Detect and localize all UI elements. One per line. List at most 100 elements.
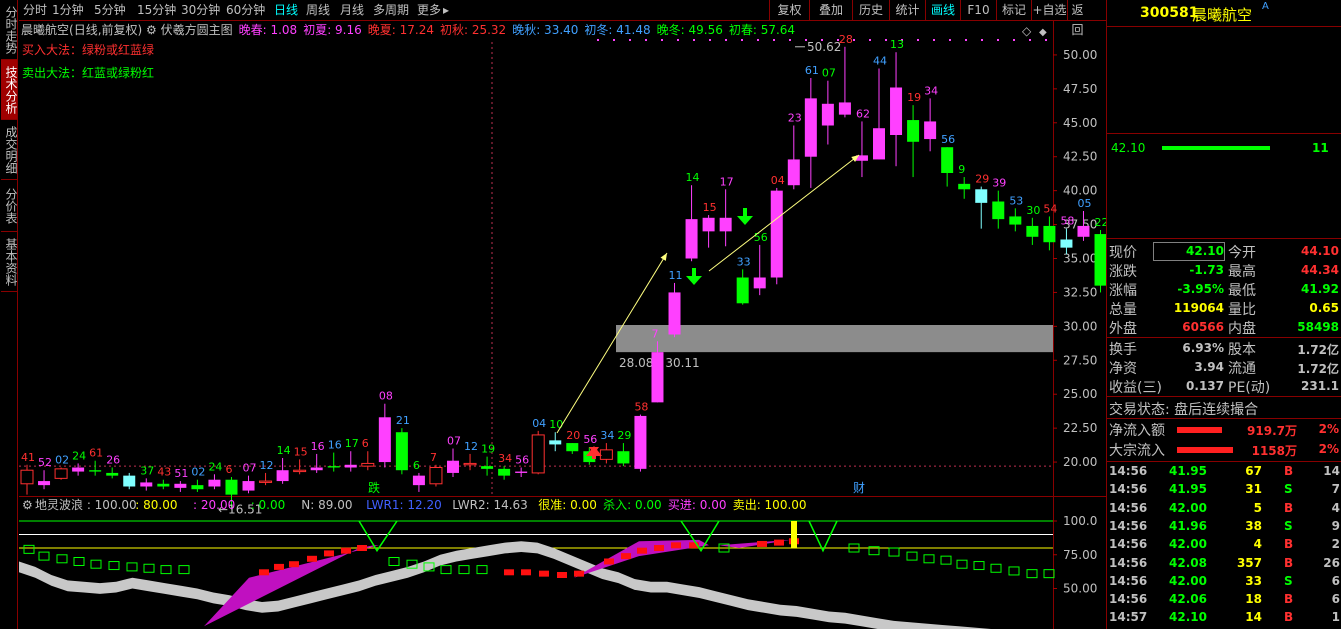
candle-label: 6 — [362, 437, 369, 450]
candle-label: 19 — [481, 443, 495, 456]
candle-label: 12 — [464, 440, 478, 453]
toolbar-action-3[interactable]: 历史 — [852, 0, 889, 20]
candle-label: 56 — [583, 433, 597, 446]
toolbar-period-9[interactable]: 月线 — [340, 0, 364, 20]
kline-chart[interactable]: 50.0047.5045.0042.5040.0037.5035.0032.50… — [19, 21, 1106, 629]
toolbar-period-1[interactable]: 分时 — [23, 0, 47, 20]
candle-label: 17 — [345, 437, 359, 450]
top-dot — [677, 39, 679, 41]
candle-body — [1077, 225, 1090, 237]
flow-pct-2: 2% — [1318, 442, 1339, 456]
side-tab-2[interactable]: 技术分析 — [1, 60, 18, 120]
tick-time: 14:56 — [1109, 518, 1148, 533]
quote-label2-3: 最低 — [1228, 283, 1256, 299]
candle-label: 29 — [975, 173, 989, 186]
candle-label: 61 — [805, 64, 819, 77]
toolbar-action-6[interactable]: F10 — [960, 0, 996, 20]
tick-row: 14:56 41.95 31 S 7 — [1107, 481, 1341, 499]
quote-label-1: 现价 — [1109, 245, 1137, 261]
toolbar-action-1[interactable]: 复权 — [769, 0, 809, 20]
quote-value-5: 60566 — [1182, 320, 1224, 334]
toolbar-action-8[interactable]: +自选 — [1031, 0, 1067, 20]
sub-header-item-9: 杀入: 0.00 — [603, 497, 662, 512]
toolbar-action-4[interactable]: 统计 — [889, 0, 925, 20]
flow-label-1: 净流入额 — [1109, 423, 1165, 439]
sub-green-square — [1008, 566, 1020, 576]
candle-label: 14 — [686, 171, 700, 184]
toolbar-action-2[interactable]: 叠加 — [809, 0, 852, 20]
sub-red-bar — [289, 561, 299, 568]
toolbar-period-6[interactable]: 60分钟 — [226, 0, 265, 20]
sub-header-item-1: 地灵波浪 : 100.00 — [35, 497, 137, 512]
sub-green-square — [956, 559, 968, 569]
top-dot — [869, 39, 871, 41]
top-dot — [709, 39, 711, 41]
candle-body — [1026, 225, 1039, 237]
candle-body — [54, 468, 68, 479]
indicator-value-6: 初冬: 41.48 — [584, 23, 651, 37]
candle-label: 6 — [225, 463, 232, 476]
tick-price: 42.06 — [1169, 592, 1207, 607]
divider — [1107, 396, 1341, 397]
toolbar-action-5[interactable]: 画线 — [925, 0, 960, 20]
side-tab-4[interactable]: 分价表 — [1, 180, 18, 232]
toolbar-period-3[interactable]: 5分钟 — [94, 0, 126, 20]
toolbar-period-7[interactable]: 日线 — [274, 0, 298, 20]
candle-label: 29 — [617, 429, 631, 442]
candle-label: 7 — [430, 451, 437, 464]
y-tick-label: 45.00 — [1063, 116, 1097, 130]
toolbar-action-9[interactable]: 返回 — [1067, 0, 1087, 37]
candle-body — [958, 183, 971, 190]
sub-red-bar — [604, 558, 614, 565]
candle-body — [463, 462, 477, 466]
candle-label: 62 — [856, 107, 870, 120]
side-tab-1[interactable]: 分时走势 — [1, 0, 18, 60]
indicator-value-8: 初春: 57.64 — [728, 23, 796, 37]
side-tab-3[interactable]: 成交明细 — [1, 120, 18, 180]
tick-volume: 14 — [1245, 610, 1262, 625]
quote2-label-3: 收益(三) — [1109, 380, 1162, 396]
sub-red-bar — [504, 569, 514, 576]
sub-gear-icon: ⚙ — [22, 498, 33, 512]
candle-body — [106, 472, 119, 476]
candle-body — [1009, 216, 1022, 225]
toolbar-period-11[interactable]: 更多 — [417, 0, 441, 20]
quote2-label2-3: PE(动) — [1228, 380, 1271, 396]
candle-label: 41 — [21, 451, 35, 464]
sub-green-square — [1026, 569, 1038, 579]
toolbar-period-2[interactable]: 1分钟 — [52, 0, 84, 20]
toolbar-period-4[interactable]: 15分钟 — [137, 0, 176, 20]
toolbar-period-10[interactable]: 多周期 — [373, 0, 409, 20]
y-tick-label: 50.00 — [1063, 48, 1097, 62]
candle-label: 21 — [396, 414, 410, 427]
collapse-icon: ◆ — [1039, 27, 1047, 38]
top-dot — [773, 39, 775, 41]
candle-body — [140, 482, 153, 487]
candle-label: 56 — [941, 133, 955, 146]
sub-green-square — [440, 565, 452, 575]
tick-time: 14:57 — [1109, 610, 1148, 625]
candle-label: 61 — [89, 447, 103, 460]
candle-label: 54 — [1043, 202, 1057, 215]
side-tab-5[interactable]: 基本资料 — [1, 232, 18, 292]
sub-green-square — [1043, 569, 1055, 579]
toolbar-period-8[interactable]: 周线 — [306, 0, 330, 20]
quote-label2-2: 最高 — [1228, 264, 1256, 280]
candle-label: 07 — [447, 435, 461, 448]
candle-body — [617, 451, 630, 464]
top-dot — [645, 39, 647, 41]
candle-label: 13 — [890, 38, 904, 51]
candle-body — [634, 415, 647, 469]
indicator-value-4: 初秋: 25.32 — [439, 23, 507, 37]
toolbar-period-5[interactable]: 30分钟 — [181, 0, 220, 20]
y-tick-label: 35.00 — [1063, 252, 1097, 266]
candle-label: 26 — [106, 454, 120, 467]
quote-label2-1: 今开 — [1228, 245, 1256, 261]
gear-icon[interactable]: ⚙ — [142, 23, 160, 37]
divider — [1107, 133, 1341, 134]
sub-green-square — [143, 563, 155, 573]
tick-price: 41.96 — [1169, 518, 1207, 533]
candle-body — [531, 434, 545, 474]
toolbar-action-7[interactable]: 标记 — [996, 0, 1031, 20]
toolbar-more-arrow-icon[interactable]: ▸ — [443, 0, 449, 20]
